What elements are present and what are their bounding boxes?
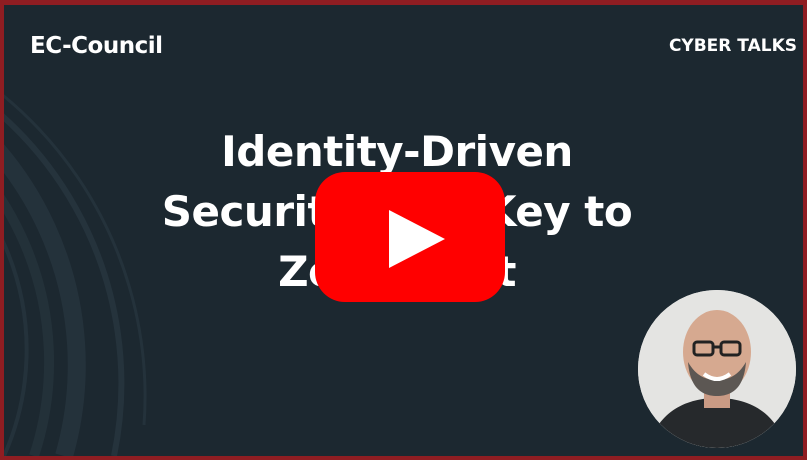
brand-logo: EC-Council: [30, 33, 163, 59]
speaker-photo: [638, 290, 796, 448]
series-label: CYBER TALKS: [668, 36, 797, 56]
play-button-icon[interactable]: [315, 172, 505, 302]
video-thumbnail[interactable]: EC-Council CYBER TALKS Identity-Driven S…: [4, 5, 803, 456]
